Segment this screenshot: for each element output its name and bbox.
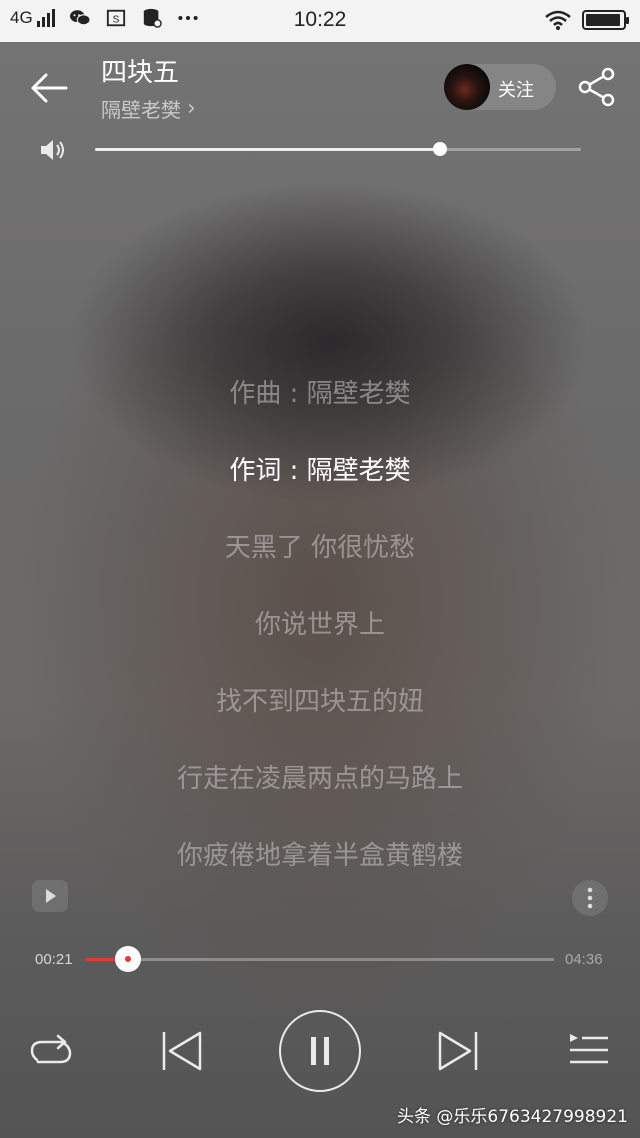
repeat-icon[interactable] bbox=[28, 1030, 74, 1072]
lyric-line-active: 作词 : 隔壁老樊 bbox=[229, 456, 411, 486]
status-bar: 4G S 10:22 bbox=[0, 0, 640, 42]
progress-thumb[interactable] bbox=[115, 946, 142, 972]
playlist-icon[interactable] bbox=[566, 1030, 612, 1070]
battery-fill bbox=[586, 14, 620, 26]
progress-bar[interactable] bbox=[86, 946, 554, 972]
previous-icon[interactable] bbox=[158, 1028, 204, 1074]
lyric-line: 你疲倦地拿着半盒黄鹤楼 bbox=[176, 841, 463, 871]
share-icon[interactable] bbox=[576, 66, 618, 108]
battery-icon bbox=[582, 10, 629, 30]
lyric-line: 天黑了 你很忧愁 bbox=[224, 533, 416, 563]
lyric-line: 行走在凌晨两点的马路上 bbox=[176, 764, 463, 794]
back-arrow-icon[interactable] bbox=[28, 66, 72, 110]
lyric-line: 你说世界上 bbox=[254, 610, 385, 640]
play-video-icon bbox=[46, 889, 56, 903]
lyric-line: 找不到四块五的妞 bbox=[215, 687, 424, 717]
chevron-right-icon: › bbox=[187, 96, 196, 121]
artist-avatar bbox=[444, 64, 490, 110]
mv-button[interactable] bbox=[32, 880, 68, 912]
volume-fill bbox=[95, 148, 441, 151]
total-time: 04:36 bbox=[565, 951, 603, 968]
lyrics-panel[interactable]: 作曲 : 隔壁老樊 作词 : 隔壁老樊 天黑了 你很忧愁 你说世界上找不到四块五的妞行… bbox=[0, 368, 640, 907]
wifi-icon bbox=[545, 10, 571, 30]
volume-thumb[interactable] bbox=[433, 142, 448, 156]
speaker-icon[interactable] bbox=[38, 136, 66, 164]
artist-link[interactable]: 隔壁老樊 › bbox=[101, 94, 196, 123]
artist-name: 隔壁老樊 bbox=[101, 98, 181, 122]
follow-button[interactable]: 关注 bbox=[444, 64, 556, 110]
lyric-line: 作曲 : 隔壁老樊 bbox=[229, 379, 411, 409]
pause-button[interactable] bbox=[279, 1010, 361, 1092]
next-icon[interactable] bbox=[436, 1028, 482, 1074]
elapsed-time: 00:21 bbox=[35, 951, 73, 968]
volume-slider[interactable] bbox=[95, 142, 581, 156]
more-options-button[interactable] bbox=[572, 880, 608, 916]
follow-label: 关注 bbox=[498, 80, 534, 101]
pause-icon bbox=[311, 1037, 329, 1065]
more-vertical-icon bbox=[587, 887, 593, 909]
watermark: 头条 @乐乐6763427998921 bbox=[396, 1107, 628, 1127]
song-title: 四块五 bbox=[101, 58, 180, 88]
